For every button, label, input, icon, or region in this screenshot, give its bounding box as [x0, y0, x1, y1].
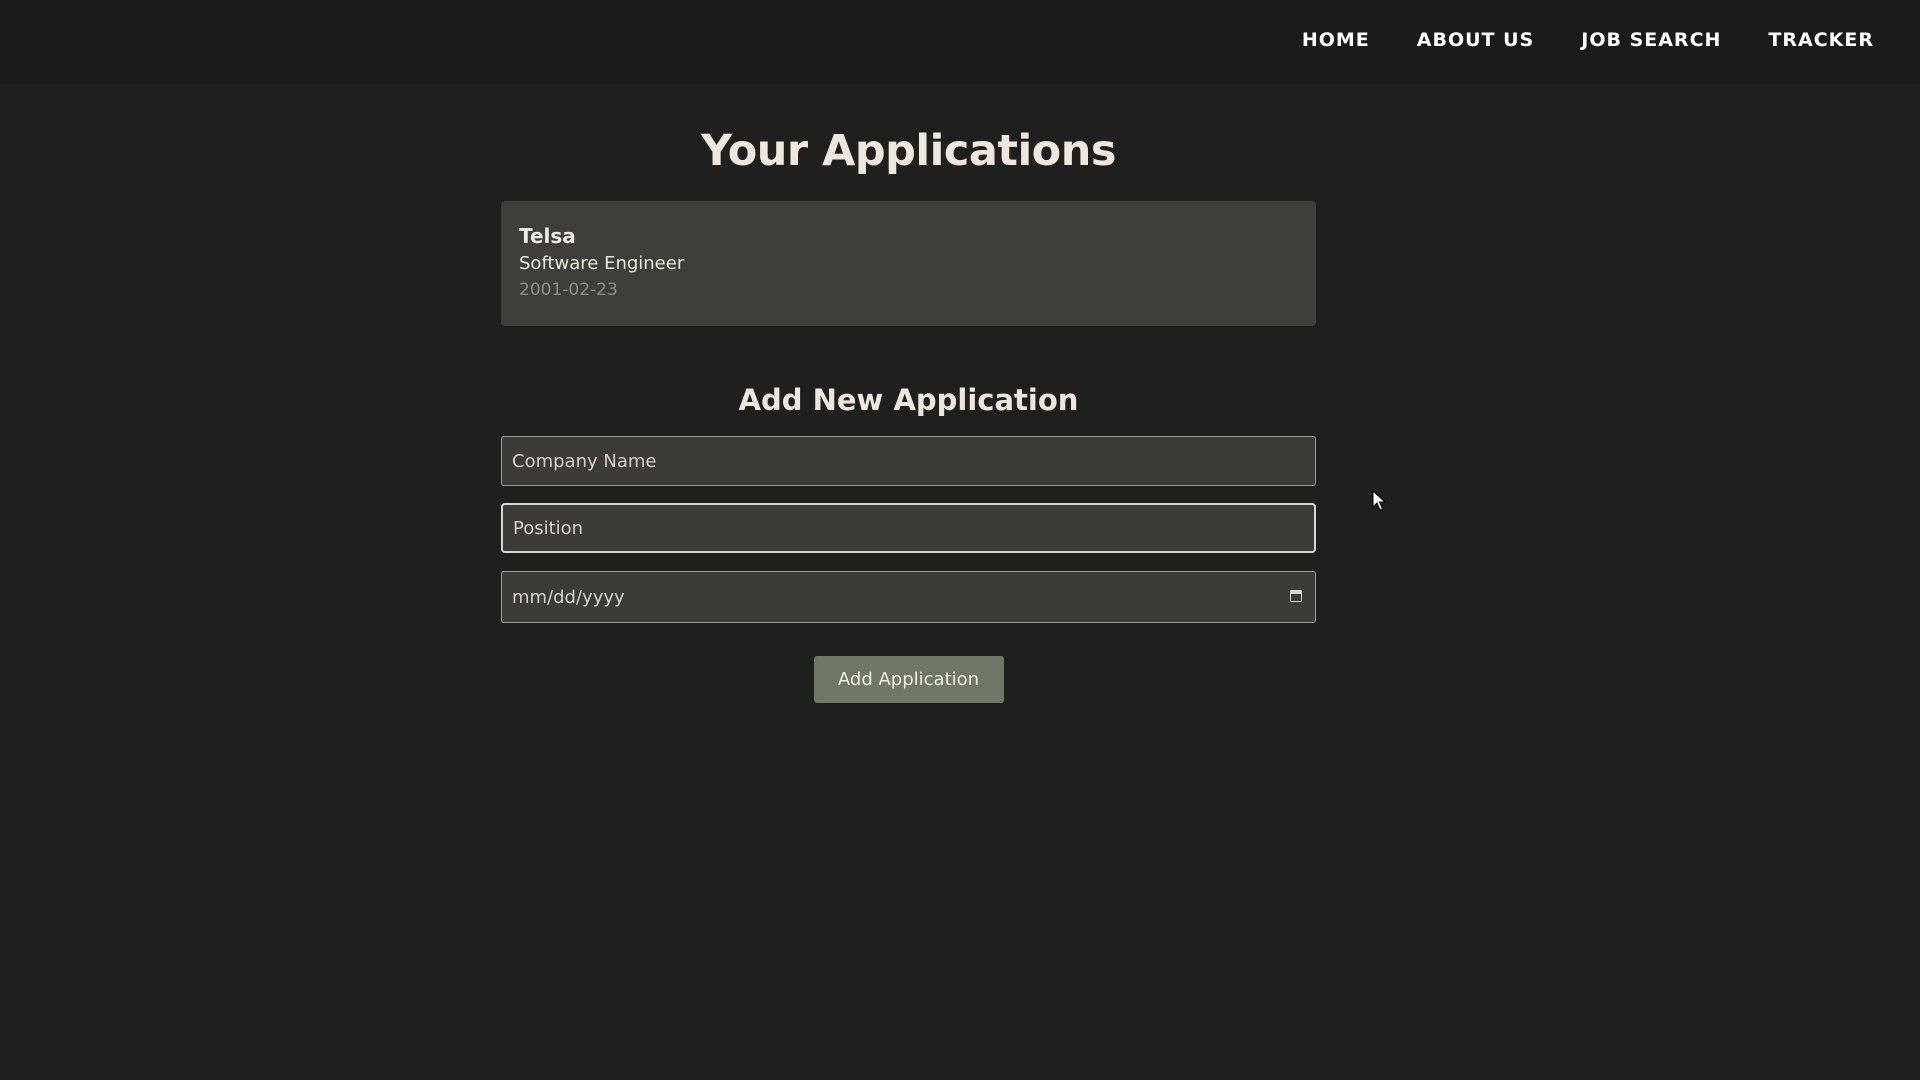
nav-tracker-link[interactable]: TRACKER — [1768, 29, 1874, 51]
nav-about-us-link[interactable]: ABOUT US — [1417, 29, 1534, 51]
position-input[interactable] — [501, 503, 1316, 553]
company-name-input[interactable] — [501, 436, 1316, 486]
application-date: 2001-02-23 — [519, 279, 618, 300]
application-company: Telsa — [519, 224, 576, 248]
main-content: Your Applications Telsa Software Enginee… — [501, 84, 1316, 703]
main-nav: HOME ABOUT US JOB SEARCH TRACKER — [1302, 0, 1874, 80]
application-date-input[interactable] — [501, 571, 1316, 623]
button-row: Add Application — [501, 656, 1316, 703]
nav-job-search-link[interactable]: JOB SEARCH — [1581, 29, 1721, 51]
application-position: Software Engineer — [519, 253, 685, 274]
calendar-icon[interactable] — [1290, 590, 1302, 602]
application-card: Telsa Software Engineer 2001-02-23 — [501, 201, 1316, 326]
form-title: Add New Application — [738, 383, 1079, 417]
add-application-button[interactable]: Add Application — [813, 656, 1004, 703]
page-title: Your Applications — [701, 126, 1116, 176]
mouse-cursor-icon — [1372, 490, 1386, 511]
top-navigation-bar: HOME ABOUT US JOB SEARCH TRACKER — [0, 0, 1920, 84]
nav-home-link[interactable]: HOME — [1302, 29, 1370, 51]
date-field-wrapper — [501, 571, 1316, 623]
